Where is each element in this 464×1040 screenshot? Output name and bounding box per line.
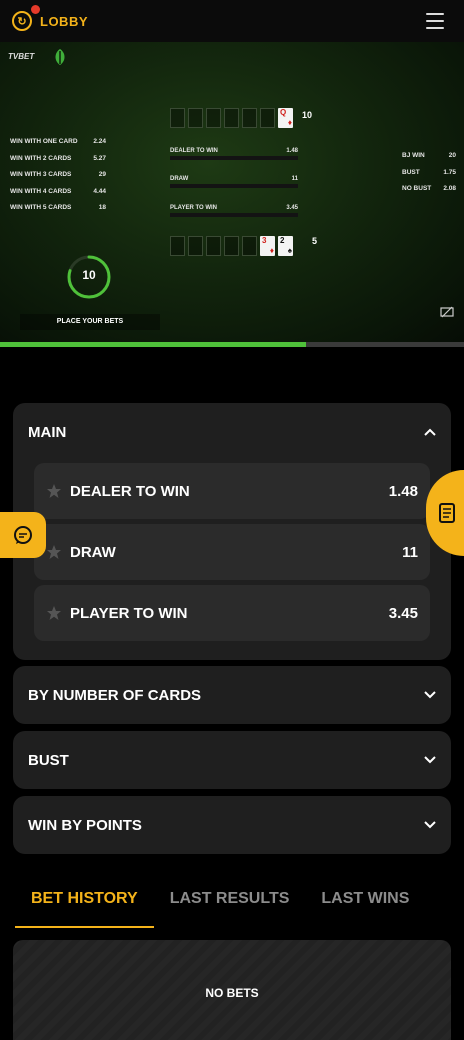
card-slot: [188, 236, 203, 256]
tab-bet-history[interactable]: BET HISTORY: [15, 880, 154, 928]
player-score: 5: [312, 236, 318, 246]
chat-icon: [14, 526, 32, 544]
betslip-icon: [439, 503, 455, 523]
card-slot: [206, 236, 221, 256]
brand-logo: TVBET: [8, 52, 35, 61]
card-slot: [170, 236, 185, 256]
star-icon[interactable]: [46, 483, 62, 499]
video-off-icon[interactable]: [440, 306, 454, 318]
chevron-down-icon: [424, 756, 436, 764]
card-slot: [224, 108, 239, 128]
round-progress-bar: [0, 342, 464, 347]
chat-button[interactable]: [0, 512, 46, 558]
leaf-logo-icon: [55, 49, 65, 65]
bet-option-odd: 3.45: [388, 604, 418, 622]
bet-option-odd: 1.48: [388, 482, 418, 500]
player-card: 2 ♠: [278, 236, 293, 256]
star-icon[interactable]: [46, 544, 62, 560]
place-your-bets-label: PLACE YOUR BETS: [20, 314, 160, 330]
star-icon[interactable]: [46, 605, 62, 621]
video-bet-dealer: DEALER TO WIN 1.48: [170, 146, 298, 160]
chevron-up-icon: [424, 428, 436, 436]
countdown-timer: 10: [82, 268, 96, 282]
hamburger-menu-icon[interactable]: [426, 13, 444, 29]
main-bets-panel: MAIN DEALER TO WIN 1.48 DRAW 11 PLAYER T…: [13, 403, 451, 660]
video-bet-draw: DRAW 11: [170, 174, 298, 188]
bet-option-draw[interactable]: DRAW 11: [34, 524, 430, 580]
dealer-score: 10: [302, 110, 313, 120]
bet-option-label: PLAYER TO WIN: [70, 604, 188, 622]
lobby-link[interactable]: LOBBY: [40, 14, 88, 29]
chevron-down-icon: [424, 691, 436, 699]
section-title: BUST: [28, 751, 69, 769]
bet-option-dealer-to-win[interactable]: DEALER TO WIN 1.48: [34, 463, 430, 519]
dealer-cards: Q ♦: [170, 108, 293, 128]
card-count-odds: WIN WITH ONE CARD 2.24 WIN WITH 2 CARDS 5.…: [10, 138, 106, 211]
tab-last-results[interactable]: LAST RESULTS: [154, 880, 306, 928]
bust-odds: BJ WIN 20 BUST 1.75 NO BUST 2.08: [402, 152, 456, 192]
bet-option-label: DRAW: [70, 543, 116, 561]
dealer-card: Q ♦: [278, 108, 293, 128]
card-slot: [242, 236, 257, 256]
card-slot: [188, 108, 203, 128]
card-slot: [242, 108, 257, 128]
main-section-header[interactable]: MAIN: [13, 403, 451, 461]
main-section-title: MAIN: [28, 423, 67, 441]
section-title: WIN BY POINTS: [28, 816, 142, 834]
player-card: 3 ♦: [260, 236, 275, 256]
bet-option-player-to-win[interactable]: PLAYER TO WIN 3.45: [34, 585, 430, 641]
card-slot: [170, 108, 185, 128]
bet-option-odd: 11: [402, 543, 418, 561]
no-bets-message: NO BETS: [205, 986, 259, 1000]
section-title: BY NUMBER OF CARDS: [28, 686, 202, 704]
card-slot: [206, 108, 221, 128]
bet-history-panel: NO BETS: [13, 940, 451, 1040]
round-progress-fill: [0, 342, 307, 347]
tab-last-wins[interactable]: LAST WINS: [305, 880, 425, 928]
card-slot: [260, 108, 275, 128]
section-by-number-of-cards[interactable]: BY NUMBER OF CARDS: [13, 666, 451, 724]
history-tabs: BET HISTORY LAST RESULTS LAST WINS: [15, 880, 449, 928]
chat-notification-badge: [31, 5, 40, 14]
live-video-stream: TVBET Q ♦ 10 WIN WITH ONE CARD 2.24 WIN WI…: [0, 42, 464, 342]
section-win-by-points[interactable]: WIN BY POINTS: [13, 796, 451, 854]
bet-option-label: DEALER TO WIN: [70, 482, 190, 500]
chevron-down-icon: [424, 821, 436, 829]
top-bar: ↻ LOBBY: [0, 0, 464, 42]
video-bet-player: PLAYER TO WIN 3.45: [170, 203, 298, 217]
card-slot: [224, 236, 239, 256]
player-cards: 3 ♦ 2 ♠: [170, 236, 293, 256]
section-bust[interactable]: BUST: [13, 731, 451, 789]
lobby-logo-icon[interactable]: ↻: [12, 11, 32, 31]
